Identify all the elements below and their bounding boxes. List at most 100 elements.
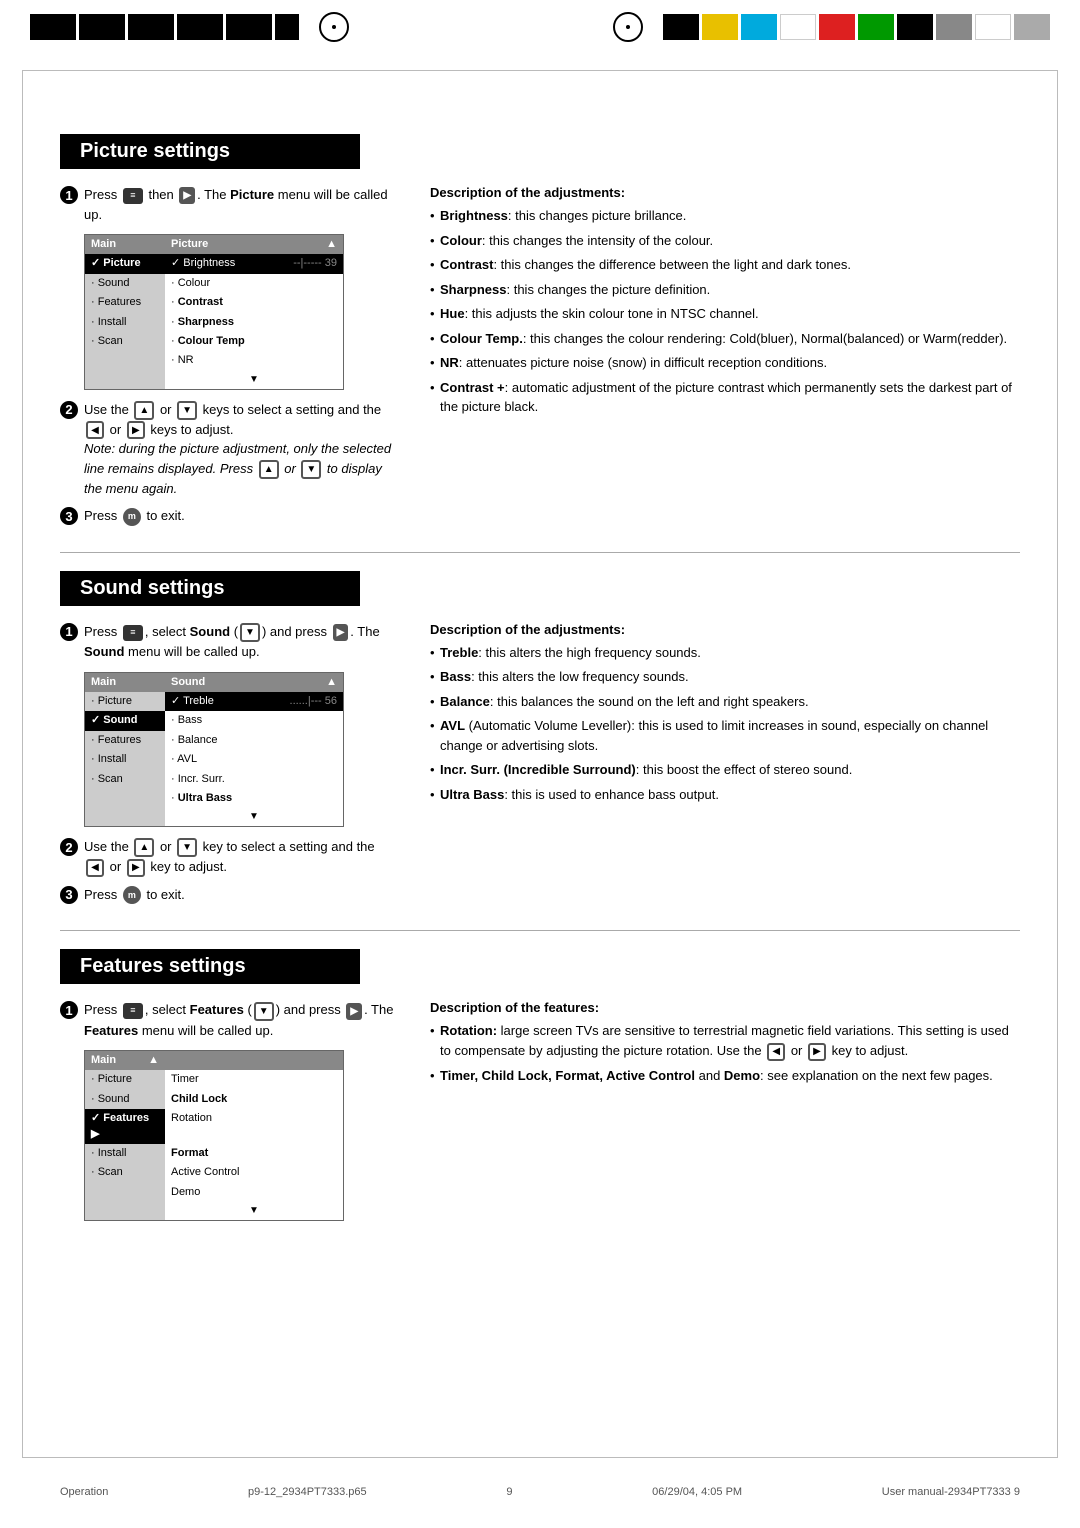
sound-step3-num: 3: [60, 886, 78, 904]
sound-settings-title: Sound settings: [60, 571, 360, 606]
left-icon: ◀: [86, 421, 104, 439]
sound-step3-text: Press m to exit.: [84, 885, 185, 905]
sound-menu-main-header: Main: [85, 673, 165, 692]
step3-num: 3: [60, 507, 78, 525]
color-block-cyan: [741, 14, 777, 40]
picture-step1: 1 Press ≡ then ▶. The Picture menu will …: [60, 185, 400, 224]
desc-incr-surr: Incr. Surr. (Incredible Surround): this …: [430, 760, 1020, 780]
features-settings-title: Features settings: [60, 949, 360, 984]
menu-contrast-item: · Contrast: [165, 293, 343, 312]
sound-up-icon: ▲: [134, 838, 154, 857]
footer-filename: p9-12_2934PT7333.p65: [248, 1486, 367, 1498]
color-block-gray: [936, 14, 972, 40]
menu-brightness-item: ✓ Brightness --|----- 39: [165, 254, 343, 273]
feat-menu-empty: [85, 1183, 165, 1202]
divider1: [60, 552, 1020, 553]
features-step1: 1 Press ≡, select Features (▼) and press…: [60, 1000, 400, 1040]
sound-arrow-left: [85, 808, 165, 826]
sound-arrow-down: ▼: [165, 808, 343, 826]
down-icon2: ▼: [301, 460, 321, 479]
picture-settings-body: 1 Press ≡ then ▶. The Picture menu will …: [60, 185, 1020, 534]
footer-page-center: 9: [506, 1486, 512, 1498]
sound-menu-ultra: · Ultra Bass: [165, 789, 343, 808]
black-block: [128, 14, 174, 40]
right-arrow-btn: ▶: [179, 187, 195, 204]
desc-avl: AVL (Automatic Volume Leveller): this is…: [430, 716, 1020, 755]
down-icon: ▼: [177, 401, 197, 420]
main-content: Picture settings 1 Press ≡ then ▶. The P…: [0, 54, 1080, 1321]
footer-date: 06/29/04, 4:05 PM: [652, 1486, 742, 1498]
up-icon2: ▲: [259, 460, 279, 479]
sound-step2-text: Use the ▲ or ▼ key to select a setting a…: [84, 837, 400, 877]
features-settings-body: 1 Press ≡, select Features (▼) and press…: [60, 1000, 1020, 1231]
feat-menu-picture: · Picture: [85, 1070, 165, 1089]
picture-step1-text: Press ≡ then ▶. The Picture menu will be…: [84, 185, 400, 224]
menu-icon: ≡: [123, 188, 143, 204]
feat-arrow-left: [85, 1202, 165, 1220]
desc-item-contrast: Contrast: this changes the difference be…: [430, 255, 1020, 275]
step2-num: 2: [60, 401, 78, 419]
picture-menu-mockup: Main Picture ▲ ✓ Picture ✓ Brightness --…: [84, 234, 344, 390]
menu-picture-header: Picture ▲: [165, 235, 343, 254]
color-block-red: [819, 14, 855, 40]
crosshair-left: [319, 12, 349, 42]
desc-item-brightness: Brightness: this changes picture brillan…: [430, 206, 1020, 226]
sound-menu-bass: · Bass: [165, 711, 343, 730]
sound-right-btn: ▶: [333, 624, 349, 641]
sound-menu-features: · Features: [85, 731, 165, 750]
picture-step2: 2 Use the ▲ or ▼ keys to select a settin…: [60, 400, 400, 499]
menu-sharpness-item: · Sharpness: [165, 313, 343, 332]
desc-item-nr: NR: attenuates picture noise (snow) in d…: [430, 353, 1020, 373]
step1-num: 1: [60, 186, 78, 204]
sound-right-icon: ▶: [127, 859, 145, 877]
color-squares: [663, 14, 1050, 40]
sound-menu-sound-header: Sound ▲: [165, 673, 343, 692]
footer-usermanual: User manual-2934PT7333 9: [882, 1486, 1020, 1498]
features-step1-text: Press ≡, select Features (▼) and press ▶…: [84, 1000, 400, 1040]
sound-down-icon: ▼: [240, 623, 260, 642]
picture-desc-list: Brightness: this changes picture brillan…: [430, 206, 1020, 417]
features-settings-section: Features settings 1 Press ≡, select Feat…: [60, 949, 1020, 1231]
sound-settings-right: Description of the adjustments: Treble: …: [430, 622, 1020, 912]
menu-colour-item: · Colour: [165, 274, 343, 293]
exit-icon: m: [123, 508, 141, 526]
sound-exit-icon: m: [123, 886, 141, 904]
color-block-white: [780, 14, 816, 40]
black-block-small: [275, 14, 299, 40]
menu-empty-left: [85, 351, 165, 370]
rot-left-icon: ◀: [767, 1043, 785, 1061]
features-down-icon: ▼: [254, 1002, 274, 1021]
desc-item-colour: Colour: this changes the intensity of th…: [430, 231, 1020, 251]
feat-menu-install: · Install: [85, 1144, 165, 1163]
features-menu-mockup: Main ▲ · Picture Timer · Sound Child Loc…: [84, 1050, 344, 1221]
menu-install-item: · Install: [85, 313, 165, 332]
sound-menu-treble: ✓ Treble ......|--- 56: [165, 692, 343, 711]
sound-settings-left: 1 Press ≡, select Sound (▼) and press ▶.…: [60, 622, 400, 912]
sound-menu-icon: ≡: [123, 625, 143, 641]
menu-arrow-left: [85, 371, 165, 389]
sound-desc-title: Description of the adjustments:: [430, 622, 1020, 637]
menu-features-item: · Features: [85, 293, 165, 312]
desc-item-sharpness: Sharpness: this changes the picture defi…: [430, 280, 1020, 300]
sound-step1-num: 1: [60, 623, 78, 641]
sound-menu-sound: ✓ Sound: [85, 711, 165, 730]
picture-settings-left: 1 Press ≡ then ▶. The Picture menu will …: [60, 185, 400, 534]
sound-menu-picture: · Picture: [85, 692, 165, 711]
rot-right-icon: ▶: [808, 1043, 826, 1061]
desc-balance: Balance: this balances the sound on the …: [430, 692, 1020, 712]
feat-menu-activecontrol: Active Control: [165, 1163, 343, 1182]
feat-arrow-down: ▼: [165, 1202, 343, 1220]
menu-nr-item: · NR: [165, 351, 343, 370]
menu-main-header: Main: [85, 235, 165, 254]
sound-desc-list: Treble: this alters the high frequency s…: [430, 643, 1020, 805]
desc-bass: Bass: this alters the low frequency soun…: [430, 667, 1020, 687]
features-settings-left: 1 Press ≡, select Features (▼) and press…: [60, 1000, 400, 1231]
picture-step3: 3 Press m to exit.: [60, 506, 400, 526]
feat-menu-sound: · Sound: [85, 1090, 165, 1109]
sound-step1-text: Press ≡, select Sound (▼) and press ▶. T…: [84, 622, 400, 662]
menu-colourtemp-item: · Colour Temp: [165, 332, 343, 351]
feat-menu-features: ✓ Features ▶: [85, 1109, 165, 1144]
desc-item-contrast-plus: Contrast +: automatic adjustment of the …: [430, 378, 1020, 417]
sound-menu-install: · Install: [85, 750, 165, 769]
color-block-white2: [975, 14, 1011, 40]
